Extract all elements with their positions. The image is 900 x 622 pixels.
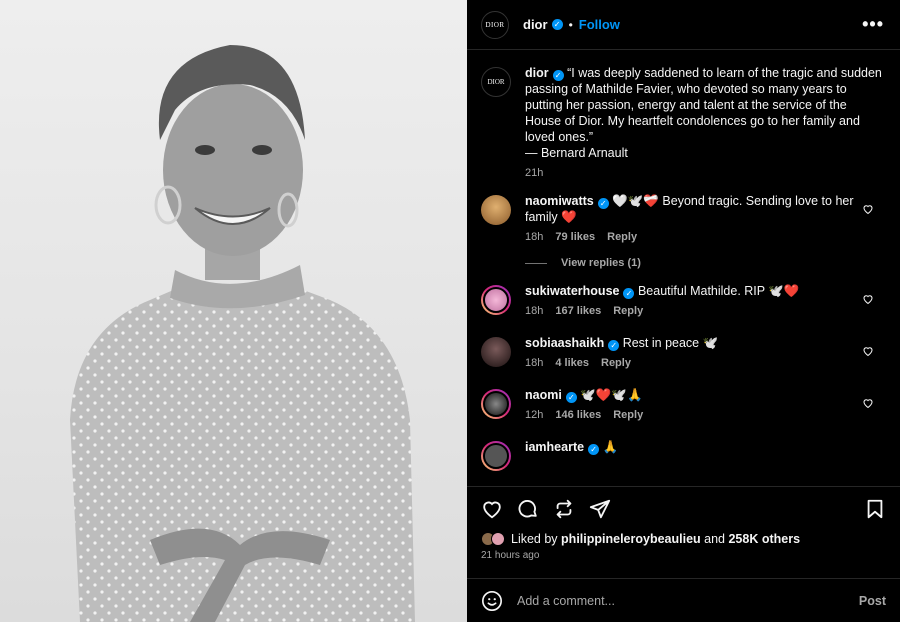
- caption: DIOR dior ✓ “I was deeply saddened to lea…: [481, 65, 884, 179]
- view-replies-button[interactable]: View replies (1): [525, 257, 884, 269]
- verified-icon: ✓: [608, 340, 620, 351]
- comment-avatar[interactable]: [481, 285, 511, 315]
- portrait-illustration: [70, 45, 415, 622]
- post-comment-button[interactable]: Post: [859, 594, 886, 608]
- comment-likes[interactable]: 146 likes: [555, 409, 601, 421]
- verified-icon: ✓: [551, 19, 563, 30]
- comment-avatar[interactable]: [481, 441, 511, 471]
- comment-username[interactable]: sukiwaterhouse: [525, 284, 619, 298]
- comment-likes[interactable]: 4 likes: [555, 357, 589, 369]
- caption-avatar-text: DIOR: [487, 78, 505, 86]
- caption-text: dior ✓ “I was deeply saddened to learn of…: [525, 65, 884, 161]
- caption-author: — Bernard Arnault: [525, 146, 628, 160]
- liked-by-user[interactable]: philippineleroybeaulieu: [561, 532, 701, 546]
- post-panel: DIOR dior ✓ • Follow ••• DIOR dior ✓ “I w…: [467, 0, 900, 622]
- comment-username[interactable]: iamhearte: [525, 440, 584, 454]
- post-image[interactable]: [0, 0, 467, 622]
- comments-list[interactable]: DIOR dior ✓ “I was deeply saddened to lea…: [467, 51, 900, 486]
- share-icon[interactable]: [589, 498, 611, 520]
- verified-icon: ✓: [588, 444, 600, 455]
- comment-text: 🕊️❤️🕊️🙏: [580, 388, 643, 402]
- header-username[interactable]: dior: [523, 17, 548, 32]
- more-options-icon[interactable]: •••: [862, 14, 884, 35]
- comment-time: 18h: [525, 305, 544, 317]
- verified-icon: ✓: [552, 70, 564, 81]
- likes-summary: Liked by philippineleroybeaulieu and 258…: [481, 532, 886, 561]
- caption-body: “I was deeply saddened to learn of the t…: [525, 66, 882, 144]
- repost-icon[interactable]: [553, 498, 575, 520]
- comment-row: naomiwatts ✓ 🤍🕊️❤️‍🩹 Beyond tragic. Sendi…: [481, 193, 884, 243]
- comment-username[interactable]: naomi: [525, 388, 562, 402]
- emoji-icon[interactable]: [481, 590, 503, 612]
- view-replies-label: View replies (1): [561, 257, 641, 269]
- verified-icon: ✓: [565, 392, 577, 403]
- like-comment-icon[interactable]: [862, 293, 874, 305]
- reply-button[interactable]: Reply: [601, 357, 631, 369]
- post-time-ago: 21 hours ago: [481, 550, 540, 561]
- like-comment-icon[interactable]: [862, 397, 874, 409]
- comment-time: 12h: [525, 409, 544, 421]
- separator-dot: •: [568, 17, 573, 32]
- comment-username[interactable]: sobiaashaikh: [525, 336, 604, 350]
- comment-row: iamhearte ✓ 🙏: [481, 439, 884, 471]
- liked-by-prefix: Liked by: [511, 532, 558, 546]
- comment-likes[interactable]: 167 likes: [555, 305, 601, 317]
- like-comment-icon[interactable]: [862, 345, 874, 357]
- add-comment-bar: Add a comment... Post: [467, 578, 900, 622]
- reply-button[interactable]: Reply: [613, 305, 643, 317]
- reply-button[interactable]: Reply: [613, 409, 643, 421]
- comment-row: naomi ✓ 🕊️❤️🕊️🙏 12h 146 likes Reply: [481, 387, 884, 421]
- comment-time: 18h: [525, 357, 544, 369]
- comment-time: 18h: [525, 231, 544, 243]
- save-bookmark-icon[interactable]: [864, 498, 886, 520]
- comment-input[interactable]: Add a comment...: [517, 594, 859, 608]
- verified-icon: ✓: [597, 198, 609, 209]
- comment-username[interactable]: naomiwatts: [525, 194, 594, 208]
- caption-time: 21h: [525, 167, 544, 179]
- verified-icon: ✓: [623, 288, 635, 299]
- comment-row: sobiaashaikh ✓ Rest in peace 🕊️ 18h 4 lik…: [481, 335, 884, 369]
- comment-text: 🙏: [602, 440, 619, 454]
- liked-by-and: and: [704, 532, 725, 546]
- comment-icon[interactable]: [517, 498, 539, 520]
- caption-username[interactable]: dior: [525, 66, 549, 80]
- comment-avatar[interactable]: [481, 389, 511, 419]
- action-bar: [467, 486, 900, 530]
- like-comment-icon[interactable]: [862, 203, 874, 215]
- comment-row: sukiwaterhouse ✓ Beautiful Mathilde. RIP …: [481, 283, 884, 317]
- comment-avatar[interactable]: [481, 337, 511, 367]
- comment-text: Beautiful Mathilde. RIP 🕊️❤️: [637, 284, 800, 298]
- comment-avatar[interactable]: [481, 195, 511, 225]
- reply-button[interactable]: Reply: [607, 231, 637, 243]
- liked-by-others[interactable]: 258K others: [728, 532, 800, 546]
- follow-button[interactable]: Follow: [579, 17, 620, 32]
- post-header: DIOR dior ✓ • Follow •••: [467, 0, 900, 50]
- comment-likes[interactable]: 79 likes: [555, 231, 595, 243]
- replies-line: [525, 262, 547, 264]
- dior-avatar[interactable]: DIOR: [481, 10, 509, 39]
- like-icon[interactable]: [481, 498, 503, 520]
- comment-text: Rest in peace 🕊️: [622, 336, 719, 350]
- caption-avatar[interactable]: DIOR: [481, 67, 511, 97]
- liker-avatar[interactable]: [491, 532, 505, 546]
